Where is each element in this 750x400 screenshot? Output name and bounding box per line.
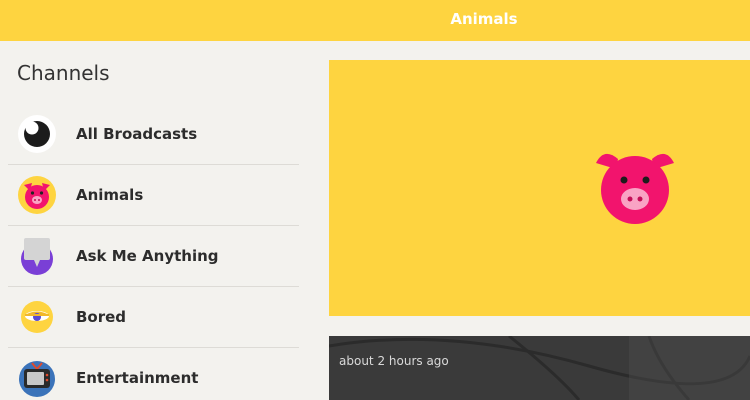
channels-heading: Channels: [17, 61, 110, 85]
speech-bubble-icon: [21, 238, 53, 275]
channel-hero-banner[interactable]: [329, 60, 750, 316]
channel-label: All Broadcasts: [76, 125, 198, 143]
channel-item-bored[interactable]: Bored: [8, 287, 299, 348]
broadcast-card[interactable]: about 2 hours ago: [329, 336, 750, 400]
card-background-image: [329, 336, 750, 400]
channels-sidebar: Channels All Broadcasts Animals Ask Me A…: [0, 41, 310, 400]
top-bar: Animals: [0, 0, 750, 41]
sleepy-face-icon: [21, 301, 53, 333]
channel-item-all-broadcasts[interactable]: All Broadcasts: [8, 104, 299, 165]
tv-icon: [19, 361, 55, 397]
channel-item-ask-me-anything[interactable]: Ask Me Anything: [8, 226, 299, 287]
page-title: Animals: [450, 10, 518, 28]
channel-label: Animals: [76, 186, 144, 204]
pig-icon: [18, 176, 56, 214]
channel-list: All Broadcasts Animals Ask Me Anything B…: [8, 104, 299, 400]
pig-icon: [596, 153, 674, 224]
card-timestamp: about 2 hours ago: [339, 354, 449, 368]
channel-label: Entertainment: [76, 369, 199, 387]
channel-label: Bored: [76, 308, 127, 326]
channel-label: Ask Me Anything: [76, 247, 219, 265]
channel-item-animals[interactable]: Animals: [8, 165, 299, 226]
channel-item-entertainment[interactable]: Entertainment: [8, 348, 299, 400]
eye-icon: [18, 115, 56, 153]
